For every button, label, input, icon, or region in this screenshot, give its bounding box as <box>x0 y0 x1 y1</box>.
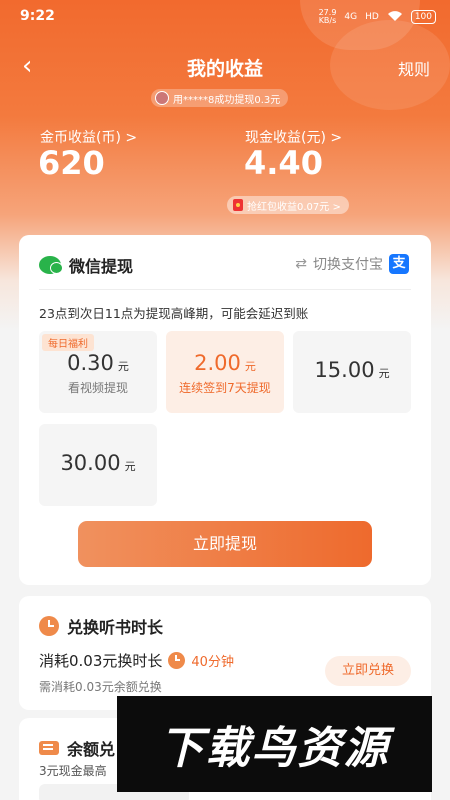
exchange-main: 消耗0.03元换时长 40分钟 <box>39 650 234 671</box>
exchange-main-text: 消耗0.03元换时长 <box>39 652 163 670</box>
withdraw-method: 微信提现 <box>39 253 133 277</box>
exchange-title: 兑换听书时长 <box>67 618 164 637</box>
exchange-card: 兑换听书时长 消耗0.03元换时长 40分钟 需消耗0.03元余额兑换 立即兑换 <box>19 596 431 710</box>
signal-icon: 4G <box>344 12 358 22</box>
switch-alipay-button[interactable]: ⇄ 切换支付宝 支 <box>295 254 409 274</box>
net-speed-indicator: 27.9 KB/s <box>319 9 337 25</box>
amount-option-0-30[interactable]: 每日福利 0.30 元 看视频提现 <box>39 331 157 413</box>
clock-icon <box>168 652 186 669</box>
wechat-icon <box>39 256 63 274</box>
hongbao-earnings-link[interactable]: 抢红包收益0.07元 > <box>227 196 349 214</box>
amount-value: 2.00 <box>194 351 241 375</box>
watermark: 下载鸟资源 <box>117 696 432 792</box>
balance-title: 余额兑 <box>67 740 116 759</box>
battery-icon: 100 <box>410 10 436 24</box>
status-bar: 9:22 27.9 KB/s 4G HD 100 <box>0 0 450 34</box>
amount-option-30-00[interactable]: 30.00 元 <box>39 424 157 506</box>
watermark-text: 下载鸟资源 <box>159 723 390 774</box>
hd-icon: HD <box>365 12 379 22</box>
coin-earnings-value: 620 <box>38 144 105 182</box>
switch-label: 切换支付宝 <box>313 257 383 273</box>
amount-unit: 元 <box>117 360 129 373</box>
status-icons: 27.9 KB/s 4G HD 100 <box>319 9 436 25</box>
amount-unit: 元 <box>378 367 390 380</box>
exchange-now-button[interactable]: 立即兑换 <box>325 656 411 686</box>
amount-row: 30.00 元 <box>39 451 157 475</box>
exchange-sub-text: 需消耗0.03元余额兑换 <box>39 680 162 694</box>
status-time: 9:22 <box>20 8 55 24</box>
amount-row: 2.00 元 <box>166 351 284 375</box>
peak-notice: 23点到次日11点为提现高峰期，可能会延迟到账 <box>39 306 309 321</box>
balance-sub-text: 3元现金最高 <box>39 764 107 778</box>
net-speed-unit: KB/s <box>318 16 337 25</box>
notice-text: 用*****8成功提现0.3元 <box>173 94 281 106</box>
exchange-title-row: 兑换听书时长 <box>39 614 163 638</box>
amount-desc: 看视频提现 <box>67 381 128 395</box>
alipay-icon: 支 <box>389 254 409 274</box>
amount-option-2-00[interactable]: 2.00 元 连续签到7天提现 <box>166 331 284 413</box>
daily-bonus-badge: 每日福利 <box>42 334 94 351</box>
amount-desc: 连续签到7天提现 <box>179 381 271 395</box>
divider <box>39 289 411 290</box>
cash-earnings-value: 4.40 <box>244 144 323 182</box>
amount-row: 0.30 元 <box>39 351 157 375</box>
amount-value: 0.30 <box>67 351 114 375</box>
wifi-icon <box>387 10 403 25</box>
amount-value: 15.00 <box>314 358 375 382</box>
balance-title-row: 余额兑 <box>39 736 115 760</box>
amount-unit: 元 <box>124 460 136 473</box>
amount-unit: 元 <box>244 360 256 373</box>
hongbao-text: 抢红包收益0.07元 > <box>247 201 341 213</box>
nav-bar: ‹ 我的收益 规则 <box>0 48 450 84</box>
page-title: 我的收益 <box>186 58 263 80</box>
amount-value: 30.00 <box>60 451 121 475</box>
ticket-icon <box>39 741 59 755</box>
clock-icon <box>39 616 59 636</box>
avatar <box>155 91 169 105</box>
switch-icon: ⇄ <box>295 256 307 272</box>
exchange-duration: 40分钟 <box>191 655 234 670</box>
amount-row: 15.00 元 <box>293 358 411 382</box>
withdraw-card: 微信提现 ⇄ 切换支付宝 支 23点到次日11点为提现高峰期，可能会延迟到账 每… <box>19 235 431 585</box>
withdraw-method-title: 微信提现 <box>69 257 134 276</box>
amount-option-15-00[interactable]: 15.00 元 <box>293 331 411 413</box>
withdraw-now-button[interactable]: 立即提现 <box>78 521 372 567</box>
rules-link[interactable]: 规则 <box>398 56 430 80</box>
hongbao-icon <box>233 199 243 211</box>
withdraw-notice-ticker: 用*****8成功提现0.3元 <box>151 89 289 107</box>
